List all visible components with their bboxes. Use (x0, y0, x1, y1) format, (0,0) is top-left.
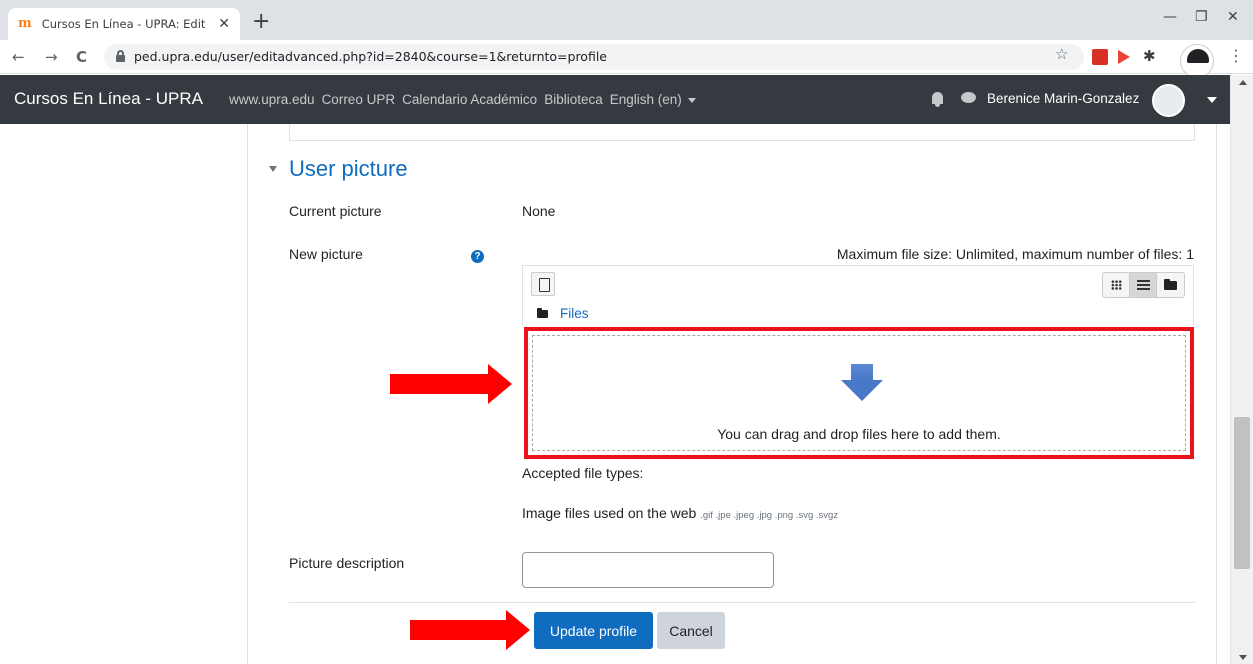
new-tab-icon[interactable]: + (252, 9, 270, 34)
extension-play-icon[interactable] (1118, 50, 1130, 64)
page-scrollbar[interactable] (1230, 75, 1253, 664)
nav-links: www.upra.edu Correo UPR Calendario Acadé… (229, 92, 696, 107)
cancel-button[interactable]: Cancel (657, 612, 725, 649)
file-picker-toolbar: Files (522, 265, 1194, 325)
annotation-arrow-dropzone-icon (390, 364, 512, 404)
form-footer-divider (289, 602, 1195, 603)
filetypes-main: Image files used on the web (522, 505, 697, 521)
reload-icon[interactable]: C (76, 48, 87, 66)
browser-tab-strip: m Cursos En Línea - UPRA: Edit prof ✕ + … (0, 0, 1253, 40)
user-name[interactable]: Berenice Marin-Gonzalez (987, 91, 1139, 106)
max-file-size-info: Maximum file size: Unlimited, maximum nu… (836, 246, 1194, 262)
picture-description-label: Picture description (289, 555, 405, 571)
view-mode-switcher (1102, 272, 1185, 298)
lock-icon[interactable] (116, 50, 125, 62)
scroll-down-icon[interactable] (1239, 655, 1247, 660)
extension-red-icon[interactable] (1092, 49, 1108, 65)
tab-close-icon[interactable]: ✕ (218, 16, 230, 32)
nav-link-upra[interactable]: www.upra.edu (229, 92, 315, 107)
minimize-icon[interactable]: — (1163, 9, 1177, 25)
nav-link-correo[interactable]: Correo UPR (322, 92, 396, 107)
bookmark-star-icon[interactable]: ☆ (1055, 45, 1068, 63)
new-picture-label: New picture (289, 246, 363, 262)
previous-section-edge (289, 124, 1195, 141)
language-menu[interactable]: English (en) (610, 92, 696, 107)
folder-icon (537, 308, 548, 318)
accepted-file-types-list: Image files used on the web .gif .jpe .j… (522, 505, 838, 521)
extensions-puzzle-icon[interactable]: ✱ (1143, 47, 1159, 65)
add-file-icon[interactable] (531, 272, 555, 296)
folder-icon (1164, 279, 1177, 290)
drop-arrow-icon (841, 364, 883, 404)
nav-link-calendario[interactable]: Calendario Académico (402, 92, 537, 107)
files-breadcrumb[interactable]: Files (537, 306, 589, 321)
back-icon[interactable]: ← (12, 48, 25, 66)
moodle-favicon-icon: m (18, 16, 32, 31)
browser-menu-icon[interactable]: ⋮ (1228, 46, 1244, 65)
scroll-up-icon[interactable] (1239, 80, 1247, 85)
section-title[interactable]: User picture (289, 156, 408, 182)
browser-profile-icon[interactable] (1180, 44, 1214, 78)
current-picture-value: None (522, 203, 556, 219)
filetypes-extensions: .gif .jpe .jpeg .jpg .png .svg .svgz (700, 510, 839, 521)
avatar[interactable] (1152, 84, 1185, 117)
view-tree-button[interactable] (1157, 273, 1184, 297)
window-close-icon[interactable]: ✕ (1227, 9, 1239, 25)
drop-zone-text: You can drag and drop files here to add … (717, 426, 1001, 442)
address-bar[interactable]: ped.upra.edu/user/editadvanced.php?id=28… (104, 44, 1084, 70)
nav-link-biblioteca[interactable]: Biblioteca (544, 92, 603, 107)
url-text[interactable]: ped.upra.edu/user/editadvanced.php?id=28… (134, 49, 607, 64)
site-navbar: Cursos En Línea - UPRA www.upra.edu Corr… (0, 75, 1230, 124)
view-icons-button[interactable] (1103, 273, 1130, 297)
view-list-button[interactable] (1130, 273, 1157, 297)
chevron-down-icon (687, 97, 696, 103)
collapse-caret-icon[interactable] (269, 166, 277, 172)
messages-chat-icon[interactable] (961, 92, 976, 103)
scroll-thumb[interactable] (1234, 417, 1250, 569)
file-drop-zone[interactable]: You can drag and drop files here to add … (524, 327, 1194, 459)
files-crumb-label: Files (560, 306, 589, 321)
browser-tab[interactable]: m Cursos En Línea - UPRA: Edit prof ✕ (8, 8, 240, 40)
site-brand[interactable]: Cursos En Línea - UPRA (14, 89, 203, 109)
accepted-file-types-label: Accepted file types: (522, 465, 644, 481)
current-picture-label: Current picture (289, 203, 382, 219)
update-profile-button[interactable]: Update profile (534, 612, 653, 649)
forward-icon[interactable]: → (45, 48, 58, 66)
picture-description-input[interactable] (522, 552, 774, 588)
drop-zone-dashed-area[interactable]: You can drag and drop files here to add … (532, 335, 1186, 451)
notifications-bell-icon[interactable] (932, 92, 943, 107)
help-icon[interactable]: ? (471, 250, 484, 263)
language-label: English (en) (609, 92, 682, 107)
restore-icon[interactable]: ❐ (1195, 9, 1208, 25)
section-divider (289, 140, 1195, 141)
annotation-arrow-update-icon (410, 610, 530, 650)
list-icon (1137, 280, 1150, 290)
user-menu-chevron-icon[interactable] (1207, 97, 1217, 103)
grid-icon (1111, 280, 1122, 290)
tab-title: Cursos En Línea - UPRA: Edit prof (41, 17, 211, 31)
